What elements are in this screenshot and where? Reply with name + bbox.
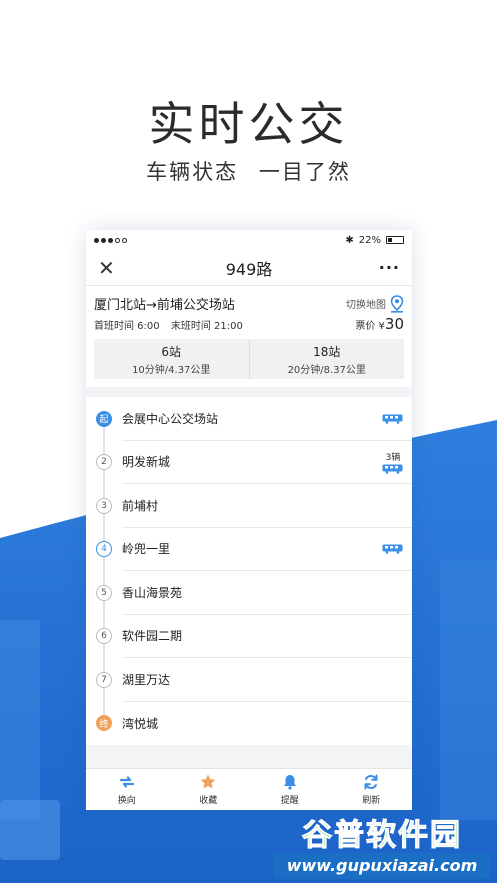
promo-subtitle-left: 车辆状态 [146,160,239,184]
list-item[interactable]: 6 软件园二期 [86,615,412,658]
stop-name: 会展中心公交场站 [122,397,412,441]
watermark: 谷普软件园 www.gupuxiazai.com [270,808,494,883]
bus-icon [382,464,403,475]
close-icon[interactable]: ✕ [98,256,122,280]
distance-cell: 18站 20分钟/8.37公里 [248,339,405,379]
stop-badge: 起 [96,410,112,427]
navigation-bar: ✕ 949路 ··· [86,250,412,286]
stop-name: 湖里万达 [122,658,412,702]
more-icon[interactable]: ··· [376,258,400,277]
stop-badge: 3 [96,497,112,514]
switch-map-button[interactable]: 切换地图 [346,294,404,313]
list-item[interactable]: 起 会展中心公交场站 [86,397,412,441]
route-info: 厦门北站→前埔公交场站 切换地图 首班时间 6:00 末班时间 21:00 票价… [86,286,412,387]
stop-name: 软件园二期 [122,615,412,658]
stop-name: 岭兜一里 [122,528,412,571]
page-title: 949路 [225,259,273,279]
signal-icon [94,237,127,243]
list-item[interactable]: 7 湖里万达 [86,658,412,702]
stop-name: 湾悦城 [122,716,159,731]
first-bus-time: 首班时间 6:00 [94,320,160,332]
promo-title: 实时公交 [148,97,349,151]
distance-summary: 6站 10分钟/4.37公里 18站 20分钟/8.37公里 [94,339,404,379]
battery-percent: 22% [358,234,381,246]
watermark-url: www.gupuxiazai.com [274,853,490,879]
refresh-button[interactable]: 刷新 [331,769,413,810]
list-item[interactable]: 3 前埔村 [86,484,412,528]
stop-badge: 5 [96,584,112,601]
bluetooth-icon: ✱ [345,234,354,246]
fare: 票价 ¥30 [355,315,404,333]
bus-icon [382,544,403,555]
bus-count: 3辆 [385,453,401,464]
promo-subtitle: 车辆状态 一目了然 [0,156,497,186]
list-item[interactable]: 终 湾悦城 [86,702,412,746]
map-pin-icon [390,294,404,313]
stop-list: 起 会展中心公交场站 2 明发新城 3辆 3 前埔村 4 岭兜一里 5 香山海景… [86,397,412,745]
stop-badge: 终 [96,715,112,732]
phone-screen: ✱ 22% ✕ 949路 ··· 厦门北站→前埔公交场站 切换地图 首班时间 6… [86,230,412,810]
stop-badge: 7 [96,671,112,688]
stop-name: 前埔村 [122,484,412,528]
refresh-icon [364,774,378,790]
favorite-button[interactable]: 收藏 [168,769,250,810]
route-name: 厦门北站→前埔公交场站 [94,298,235,313]
swap-icon [119,776,134,788]
stop-badge: 2 [96,454,112,471]
list-item[interactable]: 5 香山海景苑 [86,571,412,615]
stop-badge: 6 [96,628,112,645]
distance-cell: 6站 10分钟/4.37公里 [132,344,211,376]
bus-icon [382,414,403,424]
reminder-button[interactable]: 提醒 [249,769,331,810]
stop-name: 明发新城 [122,441,412,484]
watermark-title: 谷普软件园 [302,818,462,854]
list-item[interactable]: 4 岭兜一里 [86,528,412,571]
stop-name: 香山海景苑 [122,571,412,615]
status-bar: ✱ 22% [86,230,412,250]
swap-direction-button[interactable]: 换向 [86,769,168,810]
list-item[interactable]: 2 明发新城 3辆 [86,441,412,484]
stop-badge: 4 [96,541,112,558]
last-bus-time: 末班时间 21:00 [170,320,243,332]
bell-icon [283,775,296,790]
bottom-tab-bar: 换向 收藏 提醒 刷新 [86,768,412,810]
battery-icon [386,236,404,244]
promo-subtitle-right: 一目了然 [258,160,351,184]
star-icon [200,774,216,789]
